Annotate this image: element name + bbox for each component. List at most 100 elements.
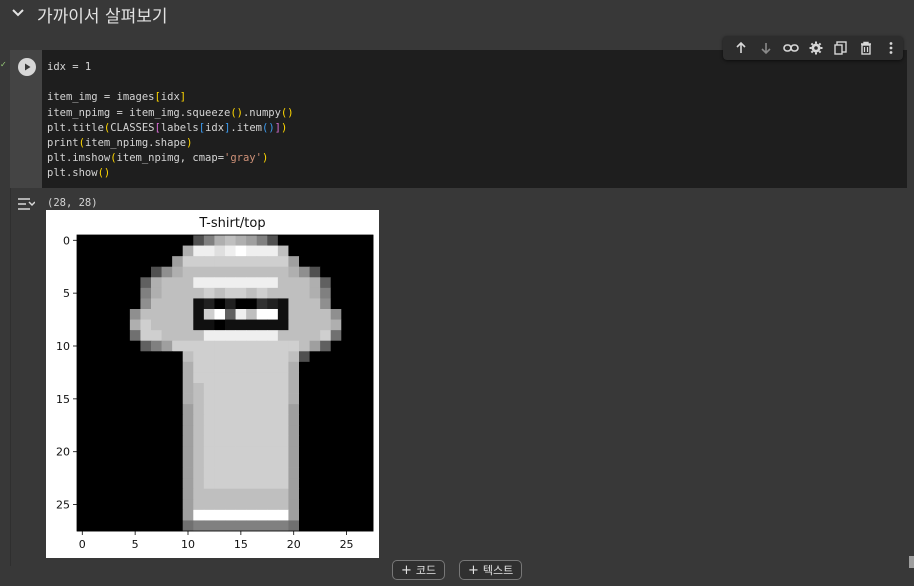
heatmap-cell [161,425,173,437]
heatmap-cell [320,319,332,331]
heatmap-cell [98,383,110,394]
heatmap-cell [140,287,152,299]
heatmap-cell [172,509,184,521]
mirror-cell-icon[interactable] [828,36,853,60]
x-tick-label: 15 [234,538,248,551]
code-line: item_npimg = item_img.squeeze().numpy() [47,106,294,119]
heatmap-cell [214,425,226,437]
heatmap-cell [299,446,310,458]
heatmap-cell [182,446,194,458]
heatmap-cell [351,414,363,426]
heatmap-cell [351,509,363,521]
heatmap-cell [182,340,194,352]
heatmap-cell [98,256,110,268]
heatmap-cell [151,435,162,447]
heatmap-cell [77,383,88,394]
code-text[interactable]: idx = 1 item_img = images[idx] item_npimg … [47,60,294,182]
heatmap-cell [246,372,258,384]
heatmap-cell [341,309,353,320]
heatmap-cell [225,266,236,278]
trash-icon[interactable] [853,36,878,60]
heatmap-cell [98,340,110,352]
heatmap-cell [214,330,226,342]
heatmap-cell [172,319,184,331]
heatmap-cell [309,393,321,405]
heatmap-cell [256,319,268,331]
bottom-bar: + 코드 + 텍스트 [0,558,914,586]
add-text-button[interactable]: + 텍스트 [459,560,523,580]
heatmap-cell [203,383,215,394]
chevron-down-icon[interactable] [10,5,26,21]
heatmap-cell [151,287,162,299]
heatmap-cell [119,277,131,289]
heatmap-cell [203,509,215,521]
heatmap-cell [77,287,88,299]
output-actions-icon[interactable] [17,196,36,210]
heatmap-cell [119,499,131,511]
heatmap-cell [267,435,279,447]
heatmap-cell [267,298,279,310]
heatmap-cell [235,319,247,331]
scrollbar-thumb[interactable] [909,556,914,568]
heatmap-cell [172,520,184,532]
heatmap-cell [330,361,342,373]
heatmap-cell [172,235,184,246]
heatmap-cell [203,393,215,405]
heatmap-cell [235,330,247,342]
output-stdout: (28, 28) [47,197,98,209]
heatmap-cell [299,393,310,405]
heatmap-cell [161,277,173,289]
gear-icon[interactable] [804,36,829,60]
heatmap-cell [193,499,205,511]
heatmap-cell [277,319,289,331]
heatmap-cell [193,266,205,278]
heatmap-cell [309,414,321,426]
cell-toolbar [723,36,903,60]
heatmap-cell [129,435,141,447]
section-header[interactable]: 가까이서 살펴보기 [0,0,914,30]
heatmap-cell [299,266,310,278]
add-code-button[interactable]: + 코드 [392,560,446,580]
heatmap-cell [151,340,162,352]
heatmap-cell [193,256,205,268]
heatmap-cell [119,235,131,246]
heatmap-cell [119,361,131,373]
heatmap-cell [299,509,310,521]
heatmap-cell [351,277,363,289]
heatmap-cell [203,520,215,532]
heatmap-cell [330,446,342,458]
heatmap-cell [119,446,131,458]
heatmap-cell [299,383,310,394]
heatmap-cell [246,266,258,278]
heatmap-cell [203,488,215,500]
heatmap-cell [246,287,258,299]
heatmap-cell [151,404,162,416]
heatmap-cell [108,425,120,437]
heatmap-cell [320,277,332,289]
heatmap-cell [362,256,374,268]
heatmap-cell [140,319,152,331]
more-vert-icon[interactable] [878,36,903,60]
heatmap-cell [182,372,194,384]
heatmap-cell [161,467,173,479]
heatmap-cell [161,499,173,511]
heatmap-cell [277,435,289,447]
link-icon[interactable] [779,36,804,60]
heatmap-cell [119,520,131,532]
run-cell-button[interactable] [18,58,36,76]
heatmap-cell [129,298,141,310]
heatmap-cell [172,425,184,437]
heatmap-cell [203,372,215,384]
heatmap-cell [129,361,141,373]
heatmap-cell [320,520,332,532]
heatmap-cell [214,404,226,416]
heatmap-cell [151,478,162,490]
heatmap-cell [341,287,353,299]
heatmap-cell [140,425,152,437]
arrow-down-icon[interactable] [754,36,779,60]
heatmap-cell [299,488,310,500]
x-tick-label: 20 [287,538,301,551]
arrow-up-icon[interactable] [729,36,754,60]
heatmap-cell [98,457,110,468]
heatmap-cell [129,509,141,521]
